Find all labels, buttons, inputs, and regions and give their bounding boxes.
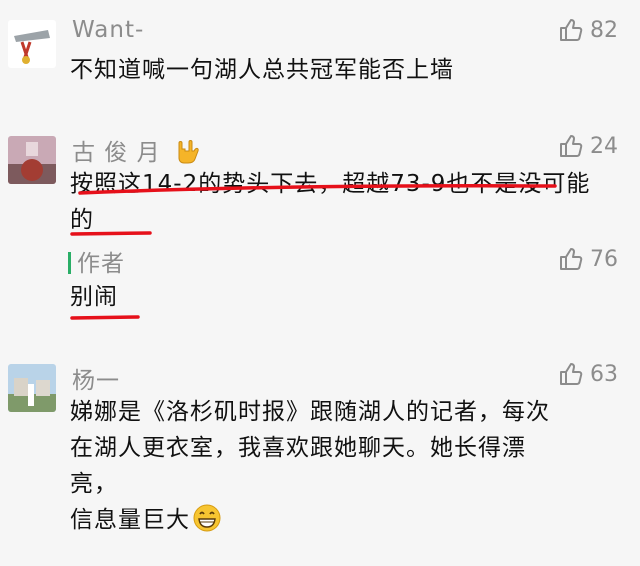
author-reply-header: 作者 xyxy=(68,244,125,278)
thumbs-up-icon xyxy=(560,248,583,270)
grinning-face-emoji-icon xyxy=(193,504,221,532)
thumbs-up-icon xyxy=(560,135,583,157)
commenter-name[interactable]: 古 俊 月 xyxy=(72,133,201,167)
like-button[interactable]: 76 xyxy=(558,246,618,272)
avatar[interactable] xyxy=(8,364,56,412)
commenter-name[interactable]: Want- xyxy=(72,17,144,43)
like-button[interactable]: 63 xyxy=(558,361,618,387)
avatar[interactable] xyxy=(8,20,56,68)
commenter-name-text: 古 俊 月 xyxy=(72,140,161,166)
like-count: 82 xyxy=(590,17,618,43)
comment-text: 娣娜是《洛杉矶时报》跟随湖人的记者，每次 在湖人更衣室，我喜欢跟她聊天。她长得漂… xyxy=(70,394,600,538)
commenter-name[interactable]: 杨一 xyxy=(72,361,120,395)
like-button[interactable]: 24 xyxy=(558,133,618,159)
like-count: 63 xyxy=(590,361,618,387)
like-count: 76 xyxy=(590,246,618,272)
thumbs-up-icon xyxy=(560,19,583,41)
comment-line: 信息量巨大 xyxy=(70,502,600,538)
love-you-hand-emoji-icon xyxy=(178,140,199,164)
like-count: 24 xyxy=(590,133,618,159)
comment-line: 在湖人更衣室，我喜欢跟她聊天。她长得漂 xyxy=(70,435,526,461)
author-label: 作者 xyxy=(77,251,125,277)
like-button[interactable]: 82 xyxy=(558,17,618,43)
thumbs-up-icon xyxy=(560,363,583,385)
reply-text: 别闹 xyxy=(70,284,118,310)
author-indicator xyxy=(68,252,71,274)
comment-line: 亮， xyxy=(70,471,118,497)
comment-line: 娣娜是《洛杉矶时报》跟随湖人的记者，每次 xyxy=(70,399,550,425)
comment-text: 按照这14-2的势头下去，超越73-9也不是没可能的 xyxy=(70,171,591,233)
avatar[interactable] xyxy=(8,136,56,184)
comment-text: 不知道喊一句湖人总共冠军能否上墙 xyxy=(70,57,454,83)
comment-line-text: 信息量巨大 xyxy=(70,507,190,533)
